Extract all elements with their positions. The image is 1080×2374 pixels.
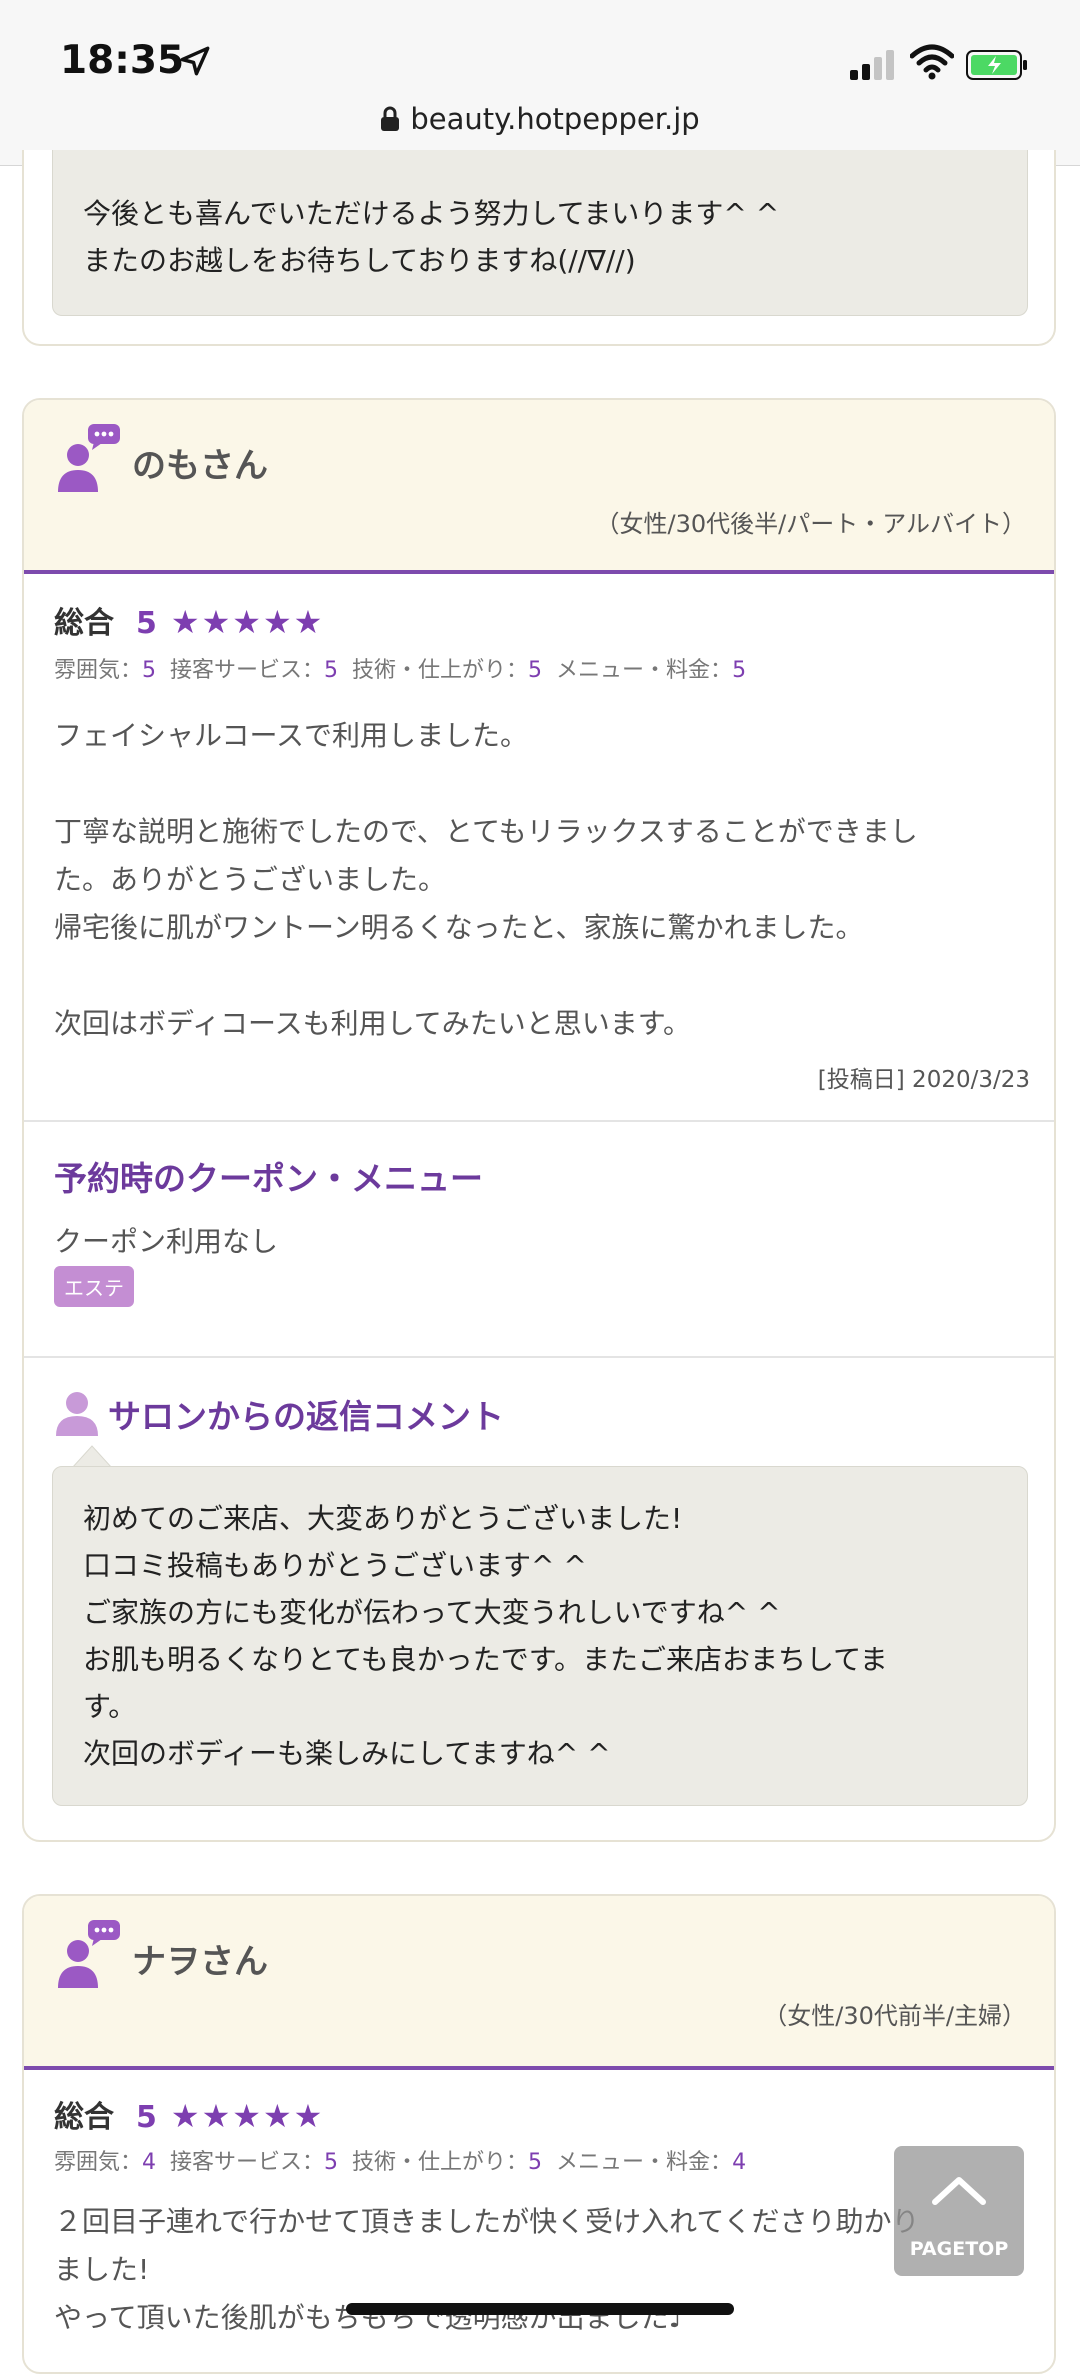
sub-rating-label: メニュー・料金： bbox=[556, 658, 733, 683]
speech-pointer bbox=[72, 1445, 112, 1468]
chevron-up-icon bbox=[932, 2177, 986, 2205]
overall-rating: 総合 5 ★★★★★ bbox=[54, 598, 324, 642]
salon-reply-box: 初めてのご来店、大変ありがとうございました! 口コミ投稿もありがとうございます^… bbox=[52, 1466, 1028, 1806]
reply-line: す。 bbox=[83, 1690, 137, 1723]
coupon-text: クーポン利用なし bbox=[54, 1225, 279, 1258]
reviewer-icon bbox=[58, 1920, 120, 1988]
overall-score: 5 bbox=[136, 606, 157, 641]
reply-line: またのお越しをお待ちしておりますね(//∇//) bbox=[83, 244, 636, 277]
previous-reply-box: 今後とも喜んでいただけるよう努力してまいります^ ^ またのお越しをお待ちしてお… bbox=[52, 150, 1028, 316]
sub-rating-value: 4 bbox=[732, 2150, 747, 2175]
divider bbox=[24, 1120, 1054, 1122]
sub-rating-value: 5 bbox=[324, 658, 339, 683]
pagetop-label: PAGETOP bbox=[909, 2238, 1009, 2260]
reply-line: 口コミ投稿もありがとうございます^ ^ bbox=[83, 1549, 587, 1582]
review-line: 丁寧な説明と施術でしたので、とてもリラックスすることができまし bbox=[54, 815, 918, 848]
sub-rating-value: 5 bbox=[732, 658, 747, 683]
sub-rating-label: 接客サービス： bbox=[170, 658, 325, 683]
reviewer-icon bbox=[58, 424, 120, 492]
reviewer-name: ナヲさん bbox=[132, 1942, 268, 1982]
reply-line: ご家族の方にも変化が伝わって大変うれしいですね^ ^ bbox=[83, 1596, 781, 1629]
reviewer-meta: （女性/30代前半/主婦） bbox=[763, 2002, 1026, 2030]
sub-rating-label: 雰囲気： bbox=[54, 658, 143, 683]
previous-review-card: 今後とも喜んでいただけるよう努力してまいります^ ^ またのお越しをお待ちしてお… bbox=[22, 150, 1056, 346]
review-line: た。ありがとうございました。 bbox=[54, 863, 447, 896]
clock-time: 18:35 bbox=[60, 38, 185, 83]
review-line: やって頂いた後肌がもちもちで透明感が出ました♪ bbox=[54, 2301, 687, 2334]
sub-rating-value: 5 bbox=[528, 2150, 543, 2175]
wifi-icon bbox=[910, 44, 954, 80]
pagetop-button[interactable]: PAGETOP bbox=[894, 2146, 1024, 2276]
reviewer-meta: （女性/30代後半/パート・アルバイト） bbox=[595, 510, 1026, 538]
location-arrow-icon bbox=[180, 46, 210, 76]
signal-icon bbox=[850, 50, 894, 80]
divider bbox=[24, 1356, 1054, 1358]
sub-rating-value: 4 bbox=[142, 2150, 157, 2175]
browser-status-bar: 18:35 beauty.hotpepper.jp bbox=[0, 0, 1080, 166]
reply-line: 次回のボディーも楽しみにしてますね^ ^ bbox=[83, 1737, 611, 1770]
menu-tag: エステ bbox=[54, 1266, 134, 1307]
sub-rating-value: 5 bbox=[324, 2150, 339, 2175]
review-card: のもさん （女性/30代後半/パート・アルバイト） 総合 5 ★★★★★ 雰囲気：5… bbox=[22, 398, 1056, 1842]
overall-score: 5 bbox=[136, 2100, 157, 2135]
sub-ratings: 雰囲気：5 接客サービス：5 技術・仕上がり：5 メニュー・料金：5 bbox=[54, 652, 746, 684]
review-body: ２回目子連れで行かせて頂きましたが快く受け入れてくださり助かり ました! やって… bbox=[54, 2198, 1029, 2342]
lock-icon bbox=[381, 106, 400, 131]
sub-ratings: 雰囲気：4 接客サービス：5 技術・仕上がり：5 メニュー・料金：4 bbox=[54, 2144, 746, 2176]
sub-rating-label: メニュー・料金： bbox=[556, 2150, 733, 2175]
overall-label: 総合 bbox=[54, 2100, 114, 2135]
address-bar[interactable]: beauty.hotpepper.jp bbox=[0, 102, 1080, 136]
overall-label: 総合 bbox=[54, 606, 114, 641]
review-card: ナヲさん （女性/30代前半/主婦） 総合 5 ★★★★★ 雰囲気：4 接客サービス… bbox=[22, 1894, 1056, 2374]
sub-rating-value: 5 bbox=[528, 658, 543, 683]
sub-rating-label: 技術・仕上がり： bbox=[352, 658, 529, 683]
sub-rating-value: 5 bbox=[142, 658, 157, 683]
sub-rating-label: 接客サービス： bbox=[170, 2150, 325, 2175]
review-line bbox=[54, 760, 1029, 808]
sub-rating-label: 技術・仕上がり： bbox=[352, 2150, 529, 2175]
star-rating: ★★★★★ bbox=[170, 603, 325, 641]
reply-line: 今後とも喜んでいただけるよう努力してまいります^ ^ bbox=[83, 197, 780, 230]
review-line bbox=[54, 952, 1029, 1000]
review-line: フェイシャルコースで利用しました。 bbox=[54, 719, 529, 752]
review-header: のもさん （女性/30代後半/パート・アルバイト） bbox=[24, 400, 1054, 574]
reply-line: お肌も明るくなりとても良かったです。またご来店おまちしてま bbox=[83, 1643, 888, 1676]
post-date: [投稿日] 2020/3/23 bbox=[817, 1067, 1030, 1093]
review-line: ました! bbox=[54, 2253, 150, 2286]
overall-rating: 総合 5 ★★★★★ bbox=[54, 2092, 324, 2136]
salon-icon bbox=[56, 1392, 98, 1436]
review-line: 帰宅後に肌がワントーン明るくなったと、家族に驚かれました。 bbox=[54, 911, 864, 944]
reply-line: 初めてのご来店、大変ありがとうございました! bbox=[83, 1502, 683, 1535]
url-text: beauty.hotpepper.jp bbox=[410, 102, 700, 136]
star-rating: ★★★★★ bbox=[170, 2097, 325, 2135]
review-header: ナヲさん （女性/30代前半/主婦） bbox=[24, 1896, 1054, 2070]
review-body: フェイシャルコースで利用しました。 丁寧な説明と施術でしたので、とてもリラックス… bbox=[54, 712, 1029, 1048]
home-indicator[interactable] bbox=[346, 2303, 734, 2315]
salon-reply-title: サロンからの返信コメント bbox=[108, 1397, 504, 1436]
review-line: ２回目子連れで行かせて頂きましたが快く受け入れてくださり助かり bbox=[54, 2205, 920, 2238]
coupon-section-title: 予約時のクーポン・メニュー bbox=[54, 1159, 483, 1198]
sub-rating-label: 雰囲気： bbox=[54, 2150, 143, 2175]
battery-icon bbox=[966, 50, 1027, 80]
reviewer-name: のもさん bbox=[132, 446, 268, 486]
review-line: 次回はボディコースも利用してみたいと思います。 bbox=[54, 1007, 692, 1040]
